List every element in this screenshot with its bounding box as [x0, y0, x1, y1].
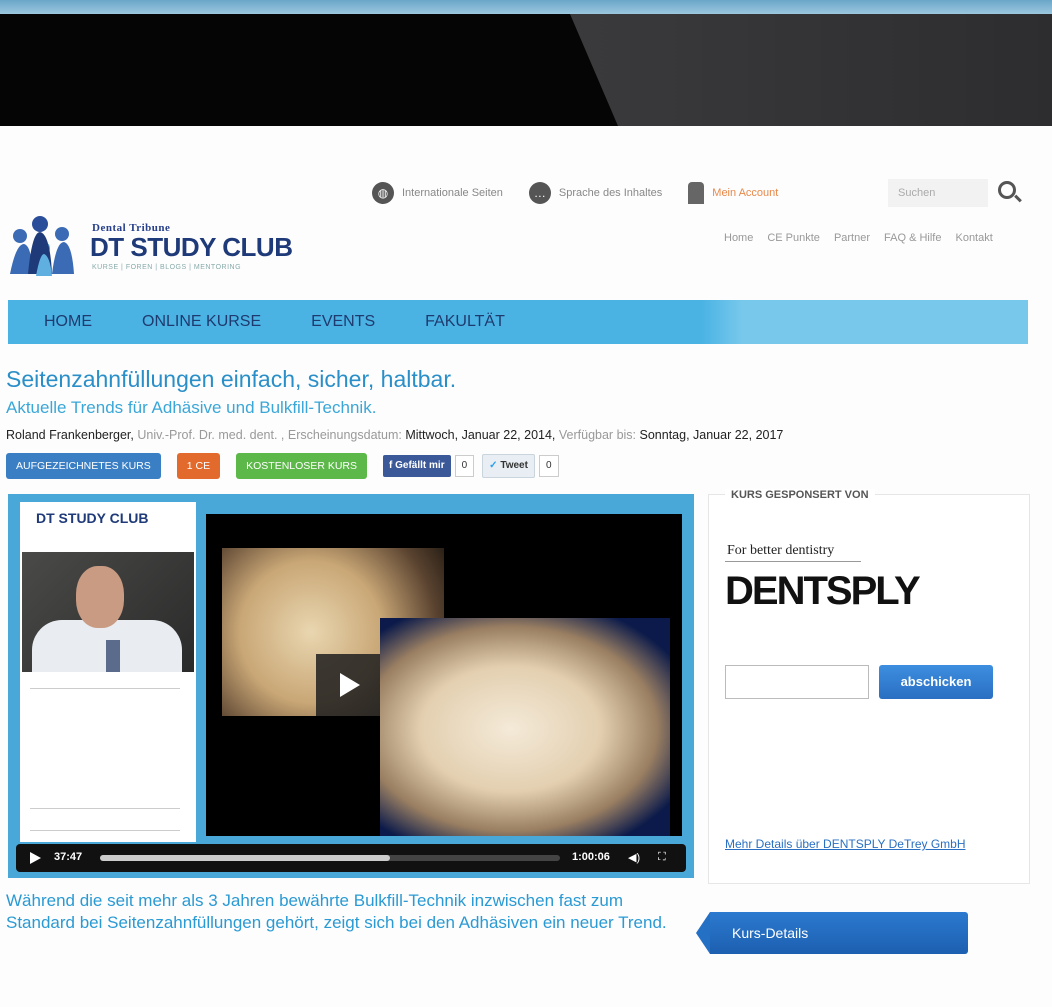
secnav-faq[interactable]: FAQ & Hilfe	[884, 232, 941, 244]
slide-logo: DT STUDY CLUB	[36, 510, 149, 526]
globe-icon: ◍	[372, 182, 394, 204]
language-link[interactable]: … Sprache des Inhaltes	[528, 182, 662, 204]
sponsor-brand-logo[interactable]: DENTSPLY	[725, 569, 921, 614]
course-description: Während die seit mehr als 3 Jahren bewäh…	[6, 891, 667, 932]
like-count: 0	[454, 455, 475, 477]
search-input[interactable]: Suchen	[888, 179, 988, 207]
sponsor-heading: KURS GESPONSERT VON	[725, 489, 875, 501]
ce-badge[interactable]: 1 CE	[176, 453, 221, 479]
speaker-webcam	[22, 552, 194, 672]
video-controls: 37:47 1:00:06 ◀) ⛶	[16, 844, 686, 872]
speech-bubble-icon: …	[528, 182, 551, 204]
secnav-partner[interactable]: Partner	[834, 232, 870, 244]
nav-events[interactable]: EVENTS	[311, 313, 375, 331]
tweet-button[interactable]: ✓ Tweet	[482, 454, 535, 478]
recorded-badge[interactable]: AUFGEZEICHNETES KURS	[6, 453, 161, 479]
secnav-home[interactable]: Home	[724, 232, 753, 244]
course-subtitle: Aktuelle Trends für Adhäsive und Bulkfil…	[6, 398, 377, 417]
top-links: ◍ Internationale Seiten … Sprache des In…	[372, 178, 804, 208]
author-title: Univ.-Prof. Dr. med. dent. ,	[137, 428, 285, 442]
author-name[interactable]: Roland Frankenberger,	[6, 428, 134, 442]
top-strip	[0, 0, 1052, 14]
account-link[interactable]: Mein Account	[688, 182, 778, 204]
tooth-image-2	[380, 618, 670, 836]
nav-online-courses[interactable]: ONLINE KURSE	[142, 313, 261, 331]
course-badges: AUFGEZEICHNETES KURS 1 CE KOSTENLOSER KU…	[6, 452, 567, 480]
nav-home[interactable]: HOME	[44, 313, 92, 331]
duration: 1:00:06	[572, 851, 610, 863]
sponsor-tagline: For better dentistry	[727, 543, 835, 558]
facebook-like-button[interactable]: f Gefällt mir	[383, 455, 451, 477]
site-logo[interactable]: Dental Tribune DT STUDY CLUB KURSE | FOR…	[6, 210, 306, 280]
international-link[interactable]: ◍ Internationale Seiten	[372, 182, 503, 204]
arrow-left-icon	[696, 912, 710, 954]
twitter-bird-icon: ✓	[489, 460, 498, 471]
play-overlay-button[interactable]	[316, 654, 380, 716]
course-title: Seitenzahnfüllungen einfach, sicher, hal…	[6, 366, 457, 392]
course-meta: Roland Frankenberger, Univ.-Prof. Dr. me…	[6, 428, 783, 442]
play-icon[interactable]	[30, 852, 41, 864]
current-time: 37:47	[54, 851, 83, 863]
facebook-icon: f	[389, 460, 393, 471]
available-date: Sonntag, Januar 22, 2017	[639, 428, 784, 442]
published-label: Erscheinungsdatum:	[287, 428, 402, 442]
main-nav: HOME ONLINE KURSE EVENTS FAKULTÄT	[8, 300, 1028, 344]
video-frame[interactable]	[206, 514, 682, 836]
seek-progress	[100, 855, 390, 861]
logo-main-text: DT STUDY CLUB	[90, 232, 293, 262]
search-icon[interactable]	[998, 181, 1016, 199]
course-details-button[interactable]: Kurs-Details	[696, 912, 968, 954]
volume-icon[interactable]: ◀)	[628, 851, 640, 864]
people-logo-icon	[10, 216, 74, 276]
free-badge[interactable]: KOSTENLOSER KURS	[236, 453, 367, 479]
sponsor-panel: KURS GESPONSERT VON For better dentistry…	[708, 489, 1030, 884]
search-area: Suchen	[888, 177, 1028, 209]
video-player: DT STUDY CLUB 37:47 1:00:06 ◀) ⛶	[8, 494, 694, 878]
secondary-nav: Home CE Punkte Partner FAQ & Hilfe Konta…	[724, 232, 1007, 244]
logo-tagline: KURSE | FOREN | BLOGS | MENTORING	[92, 264, 242, 271]
submit-button[interactable]: abschicken	[879, 665, 993, 699]
published-date: Mittwoch, Januar 22, 2014,	[405, 428, 556, 442]
user-icon	[688, 182, 705, 204]
header-banner	[0, 14, 1052, 126]
secnav-contact[interactable]: Kontakt	[955, 232, 992, 244]
available-label: Verfügbar bis:	[558, 428, 637, 442]
slide-panel: DT STUDY CLUB	[20, 502, 196, 842]
sponsor-details-link[interactable]: Mehr Details über DENTSPLY DeTrey GmbH	[725, 837, 966, 851]
tweet-count: 0	[538, 455, 559, 477]
fullscreen-icon[interactable]: ⛶	[658, 851, 666, 864]
nav-faculty[interactable]: FAKULTÄT	[425, 313, 505, 331]
sponsor-input[interactable]	[725, 665, 869, 699]
secnav-ce-points[interactable]: CE Punkte	[767, 232, 820, 244]
seek-bar[interactable]	[100, 855, 560, 861]
